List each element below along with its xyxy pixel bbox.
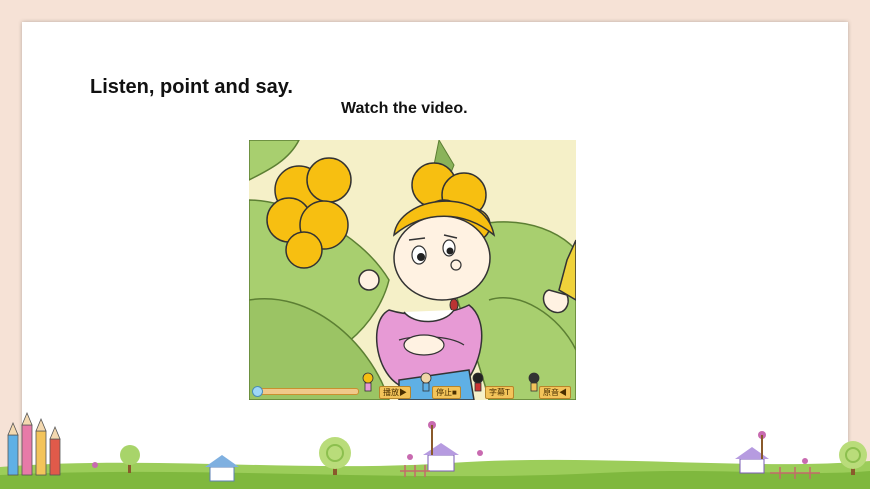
video-player[interactable] [249,140,576,400]
character-icon [420,372,432,392]
character-icon [362,372,374,392]
house-icon [205,455,239,482]
decorative-meadow [0,411,870,489]
character-icon [472,372,484,392]
video-frame-cartoon-girl [249,140,576,400]
house-icon [423,443,459,472]
progress-bar[interactable] [252,386,359,397]
page-title: Listen, point and say. [90,76,293,98]
instruction-text: Watch the video. [341,100,468,117]
house-icon [735,447,769,474]
